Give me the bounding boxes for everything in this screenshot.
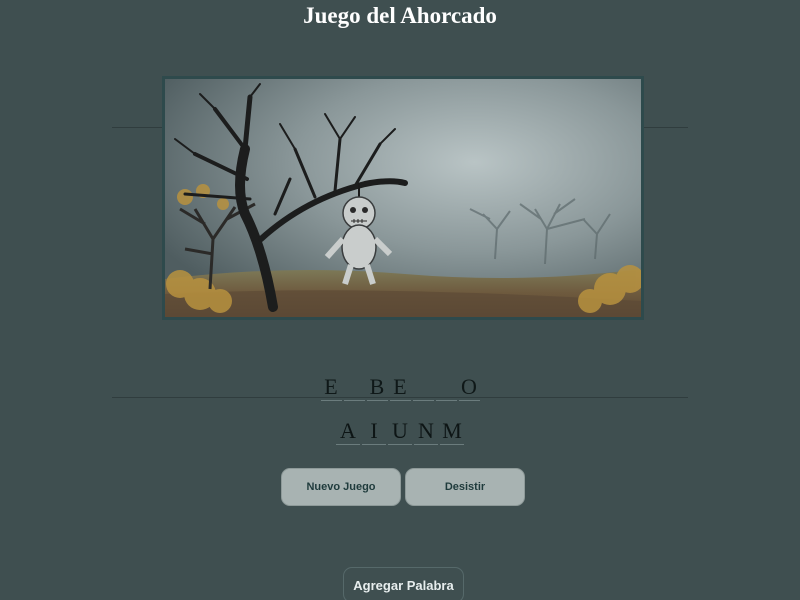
letter-slot [435,374,457,401]
letter-slot [412,374,434,401]
wrong-letter: N [414,418,438,445]
hangman-scene [162,76,644,320]
wrong-letter: U [388,418,412,445]
letter-slot: E [389,374,411,401]
new-game-button[interactable]: Nuevo Juego [281,468,401,506]
wrong-letters: A I U N M [0,418,800,445]
letter-slot: E [320,374,342,401]
wrong-letter: M [440,418,464,445]
add-word-button[interactable]: Agregar Palabra [343,567,464,600]
page-title: Juego del Ahorcado [303,3,497,28]
wrong-letter: I [362,418,386,445]
wrong-letter: A [336,418,360,445]
letter-slot: O [458,374,480,401]
give-up-button[interactable]: Desistir [405,468,525,506]
hanging-doll-scene-icon [165,79,641,317]
hangman-page: Juego del Ahorcado E B E O A I U N M Nue… [0,0,800,600]
letter-slot [343,374,365,401]
letter-slot: B [366,374,388,401]
secret-word: E B E O [0,374,800,401]
